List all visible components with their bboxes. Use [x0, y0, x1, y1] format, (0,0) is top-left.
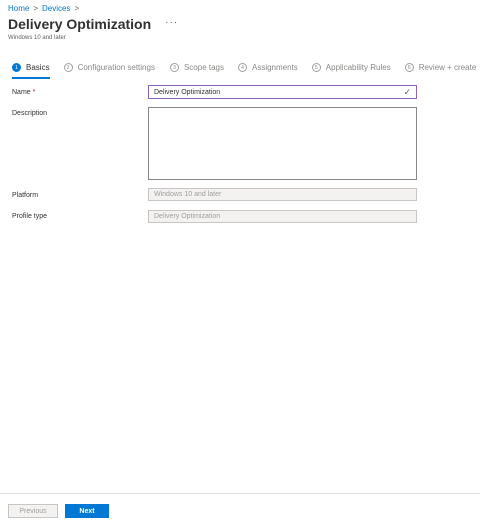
step-number-icon: 6 [404, 63, 414, 72]
name-field[interactable]: Delivery Optimization ✓ [148, 85, 417, 99]
platform-field: Windows 10 and later [148, 188, 417, 201]
page-title: Delivery Optimization [8, 16, 152, 32]
step-number-icon: 2 [63, 63, 73, 72]
description-label: Description [12, 110, 48, 117]
description-field[interactable] [148, 107, 417, 180]
page-subtitle: Windows 10 and later [8, 35, 66, 41]
step-number-icon: 5 [311, 63, 321, 72]
breadcrumb-separator: > [74, 4, 80, 13]
title-row: Delivery Optimization ··· [8, 16, 178, 32]
step-label: Basics [26, 63, 50, 72]
breadcrumb: Home > Devices > [8, 4, 79, 13]
breadcrumb-home-link[interactable]: Home [8, 4, 29, 13]
footer-divider [0, 493, 480, 494]
profile-type-label: Profile type [12, 213, 48, 220]
step-assignments[interactable]: 4 Assignments [237, 63, 298, 72]
active-step-indicator [12, 77, 50, 79]
breadcrumb-separator: > [33, 4, 39, 13]
step-number-icon: 1 [12, 63, 21, 72]
step-configuration-settings[interactable]: 2 Configuration settings [63, 63, 155, 72]
step-label: Applicability Rules [325, 63, 391, 72]
checkmark-icon: ✓ [403, 86, 411, 97]
step-review-create[interactable]: 6 Review + create [404, 63, 477, 72]
name-label-text: Name [12, 89, 31, 96]
step-scope-tags[interactable]: 3 Scope tags [169, 63, 224, 72]
required-marker: * [32, 89, 36, 96]
more-options-icon[interactable]: ··· [165, 17, 178, 28]
step-label: Assignments [251, 63, 298, 72]
breadcrumb-devices-link[interactable]: Devices [42, 4, 70, 13]
profile-type-field: Delivery Optimization [148, 210, 417, 223]
previous-button[interactable]: Previous [8, 504, 58, 518]
step-label: Scope tags [183, 63, 224, 72]
name-field-value: Delivery Optimization [154, 88, 221, 96]
platform-label: Platform [12, 192, 39, 199]
step-label: Configuration settings [77, 63, 155, 72]
step-basics[interactable]: 1 Basics [12, 63, 50, 72]
step-label: Review + create [418, 63, 477, 72]
platform-field-value: Windows 10 and later [154, 191, 222, 198]
step-number-icon: 4 [237, 63, 247, 72]
step-applicability-rules[interactable]: 5 Applicability Rules [311, 63, 391, 72]
next-button[interactable]: Next [65, 504, 109, 518]
profile-type-field-value: Delivery Optimization [154, 213, 221, 220]
name-label: Name * [12, 89, 35, 96]
step-number-icon: 3 [169, 63, 179, 72]
wizard-steps: 1 Basics 2 Configuration settings 3 Scop… [12, 63, 476, 72]
